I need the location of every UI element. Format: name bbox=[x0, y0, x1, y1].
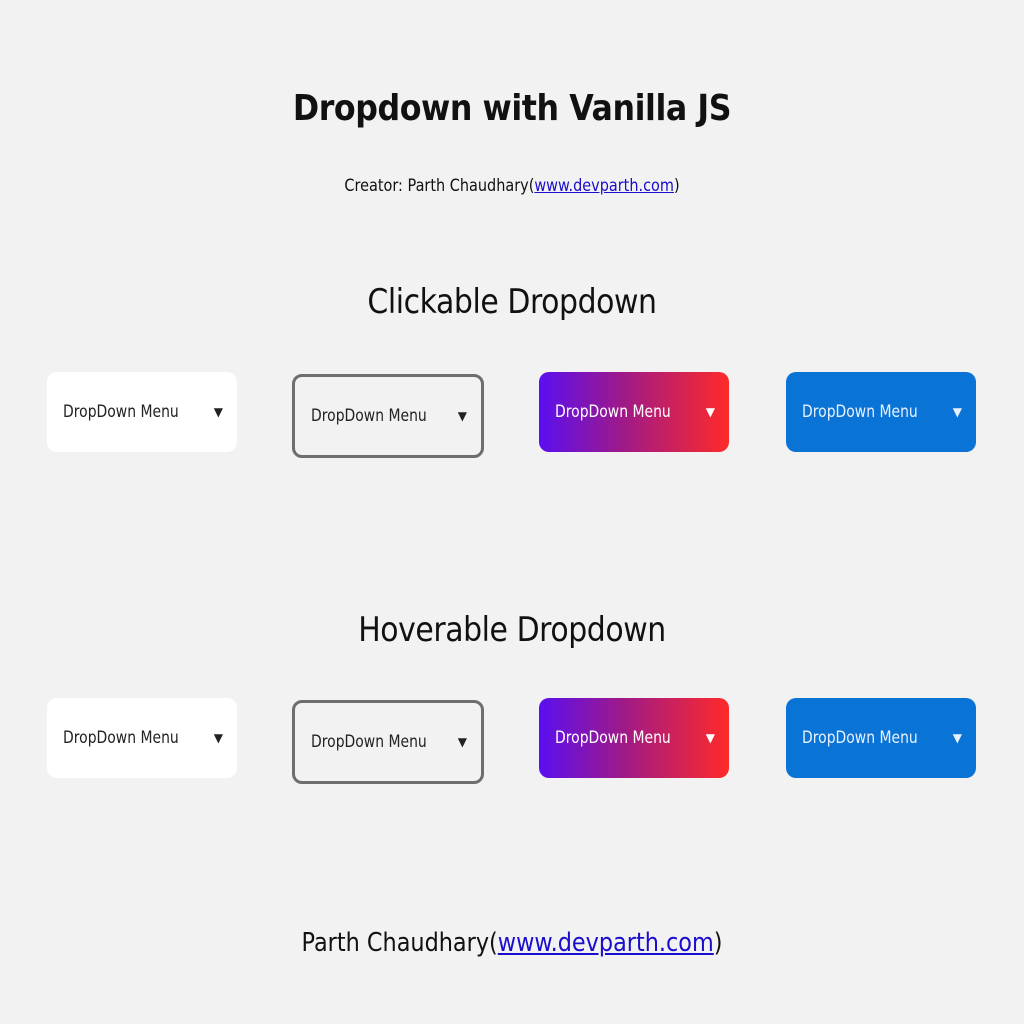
hoverable-dropdown-gradient[interactable]: DropDown Menu ▼ bbox=[539, 698, 729, 778]
clickable-dropdown-outline[interactable]: DropDown Menu ▼ bbox=[292, 374, 484, 458]
page-title: Dropdown with Vanilla JS bbox=[292, 88, 732, 129]
dropdown-label: DropDown Menu bbox=[311, 406, 427, 426]
hoverable-dropdown-row: DropDown Menu ▼ DropDown Menu ▼ DropDown… bbox=[0, 698, 1024, 784]
clickable-dropdown-row: DropDown Menu ▼ DropDown Menu ▼ DropDown… bbox=[0, 372, 1024, 458]
dropdown-label: DropDown Menu bbox=[63, 728, 179, 748]
caret-down-icon: ▼ bbox=[457, 735, 467, 749]
caret-down-icon: ▼ bbox=[952, 405, 962, 419]
caret-down-icon: ▼ bbox=[213, 405, 223, 419]
creator-prefix: Creator: Parth Chaudhary( bbox=[344, 176, 535, 196]
hoverable-dropdown-blue[interactable]: DropDown Menu ▼ bbox=[786, 698, 976, 778]
caret-down-icon: ▼ bbox=[213, 731, 223, 745]
caret-down-icon: ▼ bbox=[457, 409, 467, 423]
clickable-dropdown-white[interactable]: DropDown Menu ▼ bbox=[47, 372, 237, 452]
dropdown-label: DropDown Menu bbox=[555, 402, 671, 422]
footer-suffix: ) bbox=[713, 928, 723, 958]
dropdown-label: DropDown Menu bbox=[802, 402, 918, 422]
hoverable-section-title: Hoverable Dropdown bbox=[358, 610, 666, 650]
caret-down-icon: ▼ bbox=[705, 731, 715, 745]
creator-line: Creator: Parth Chaudhary(www.devparth.co… bbox=[77, 176, 947, 196]
dropdown-label: DropDown Menu bbox=[555, 728, 671, 748]
caret-down-icon: ▼ bbox=[952, 731, 962, 745]
footer-site-link[interactable]: www.devparth.com bbox=[498, 928, 714, 958]
dropdown-label: DropDown Menu bbox=[311, 732, 427, 752]
footer-credit: Parth Chaudhary(www.devparth.com) bbox=[72, 928, 953, 958]
clickable-dropdown-gradient[interactable]: DropDown Menu ▼ bbox=[539, 372, 729, 452]
hoverable-dropdown-white[interactable]: DropDown Menu ▼ bbox=[47, 698, 237, 778]
caret-down-icon: ▼ bbox=[705, 405, 715, 419]
clickable-section-title: Clickable Dropdown bbox=[367, 282, 657, 322]
dropdown-label: DropDown Menu bbox=[802, 728, 918, 748]
creator-site-link[interactable]: www.devparth.com bbox=[534, 176, 674, 196]
creator-suffix: ) bbox=[673, 176, 680, 196]
footer-name: Parth Chaudhary( bbox=[301, 928, 498, 958]
dropdown-label: DropDown Menu bbox=[63, 402, 179, 422]
hoverable-dropdown-outline[interactable]: DropDown Menu ▼ bbox=[292, 700, 484, 784]
clickable-dropdown-blue[interactable]: DropDown Menu ▼ bbox=[786, 372, 976, 452]
